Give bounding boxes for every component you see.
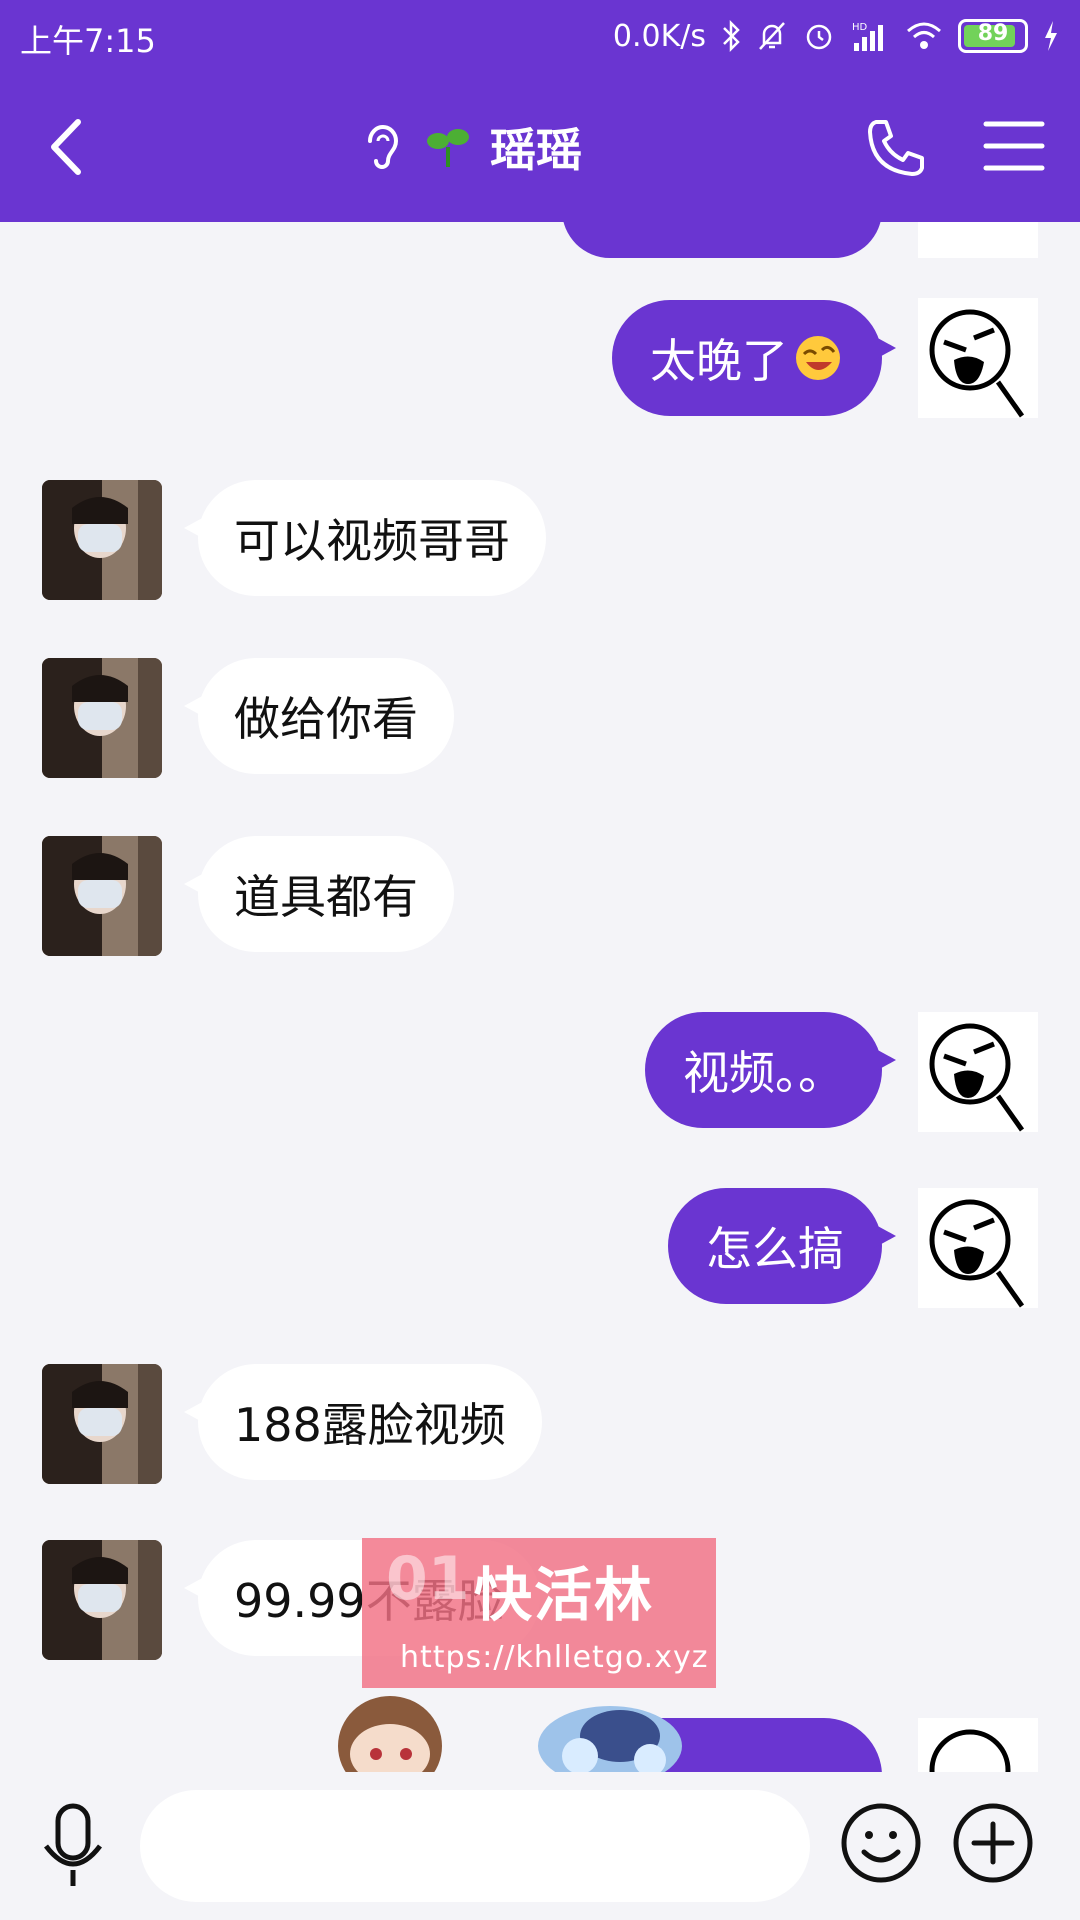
- contact-avatar[interactable]: [42, 480, 162, 600]
- wifi-icon: [907, 22, 941, 49]
- contact-avatar[interactable]: [42, 1364, 162, 1484]
- contact-photo: [42, 836, 162, 956]
- emoji-icon[interactable]: [840, 1802, 922, 1884]
- alarm-icon: [806, 24, 832, 50]
- watermark-name: 快活林: [474, 1561, 655, 1629]
- battery-icon: 89: [958, 19, 1028, 53]
- chat-header: 瑶瑶: [0, 72, 1080, 222]
- message-text: 道具都有: [234, 870, 418, 924]
- microphone-icon[interactable]: [38, 1800, 108, 1890]
- message-bubble-received[interactable]: 可以视频哥哥: [184, 480, 546, 596]
- status-icons: 0.0K/s HD 89: [613, 14, 1060, 58]
- mute-bell-icon: [759, 22, 785, 50]
- contact-avatar[interactable]: [42, 658, 162, 778]
- status-bar: 上午7:15 0.0K/s HD 89: [0, 0, 1080, 72]
- input-bar: [0, 1772, 1080, 1920]
- message-bubble-received[interactable]: 做给你看: [184, 658, 454, 774]
- my-avatar[interactable]: [918, 1012, 1038, 1132]
- message-bubble-sent[interactable]: 视频。。: [645, 1012, 896, 1128]
- message-bubble-sent[interactable]: 太晚了: [612, 300, 896, 416]
- menu-icon[interactable]: [982, 116, 1046, 176]
- contact-photo: [42, 1364, 162, 1484]
- svg-text:HD: HD: [852, 22, 868, 33]
- sprout-icon: [427, 129, 469, 167]
- laughing-emoji-icon: [796, 336, 840, 380]
- meme-face-icon: [929, 309, 1025, 418]
- message-text: 太晚了: [650, 334, 788, 388]
- bluetooth-icon: [723, 19, 740, 53]
- my-avatar[interactable]: [918, 222, 1038, 258]
- watermark: 01 快活林 https://khlletgo.xyz: [362, 1538, 716, 1688]
- message-text: 可以视频哥哥: [234, 514, 510, 568]
- watermark-url: https://khlletgo.xyz: [400, 1640, 709, 1675]
- my-avatar[interactable]: [918, 298, 1038, 418]
- contact-photo: [42, 658, 162, 778]
- message-bubble-sent[interactable]: 怎么搞: [668, 1188, 896, 1304]
- message-text: 做给你看: [234, 692, 418, 746]
- meme-face-icon: [929, 1729, 1011, 1772]
- network-speed: 0.0K/s: [612, 18, 706, 54]
- watermark-number: 01: [386, 1544, 470, 1614]
- meme-face-icon: [929, 1199, 1025, 1308]
- message-input[interactable]: [140, 1790, 810, 1902]
- chat-title: 瑶瑶: [490, 123, 582, 177]
- charging-icon: [1045, 21, 1057, 51]
- watermark-mascots: [338, 1696, 682, 1780]
- message-text: 怎么搞: [706, 1222, 844, 1276]
- hd-signal-icon: HD: [852, 22, 883, 51]
- status-time: 上午7:15: [20, 22, 156, 60]
- contact-avatar[interactable]: [42, 1540, 162, 1660]
- chat-title-group: 瑶瑶: [360, 112, 582, 182]
- message-text: 188露脸视频: [234, 1398, 506, 1452]
- meme-face-icon: [929, 1023, 1025, 1132]
- message-text: 视频。。: [683, 1046, 844, 1100]
- contact-photo: [42, 480, 162, 600]
- my-avatar[interactable]: [918, 1718, 1038, 1772]
- partial-bubble: [562, 222, 882, 258]
- message-bubble-received[interactable]: 道具都有: [184, 836, 454, 952]
- message-bubble-received[interactable]: 188露脸视频: [184, 1364, 542, 1480]
- contact-avatar[interactable]: [42, 836, 162, 956]
- plus-icon[interactable]: [952, 1802, 1034, 1884]
- my-avatar[interactable]: [918, 1188, 1038, 1308]
- phone-icon[interactable]: [862, 114, 930, 182]
- back-icon[interactable]: [34, 112, 104, 182]
- contact-photo: [42, 1540, 162, 1660]
- ear-icon[interactable]: [360, 119, 406, 175]
- battery-level: 89: [977, 21, 1009, 46]
